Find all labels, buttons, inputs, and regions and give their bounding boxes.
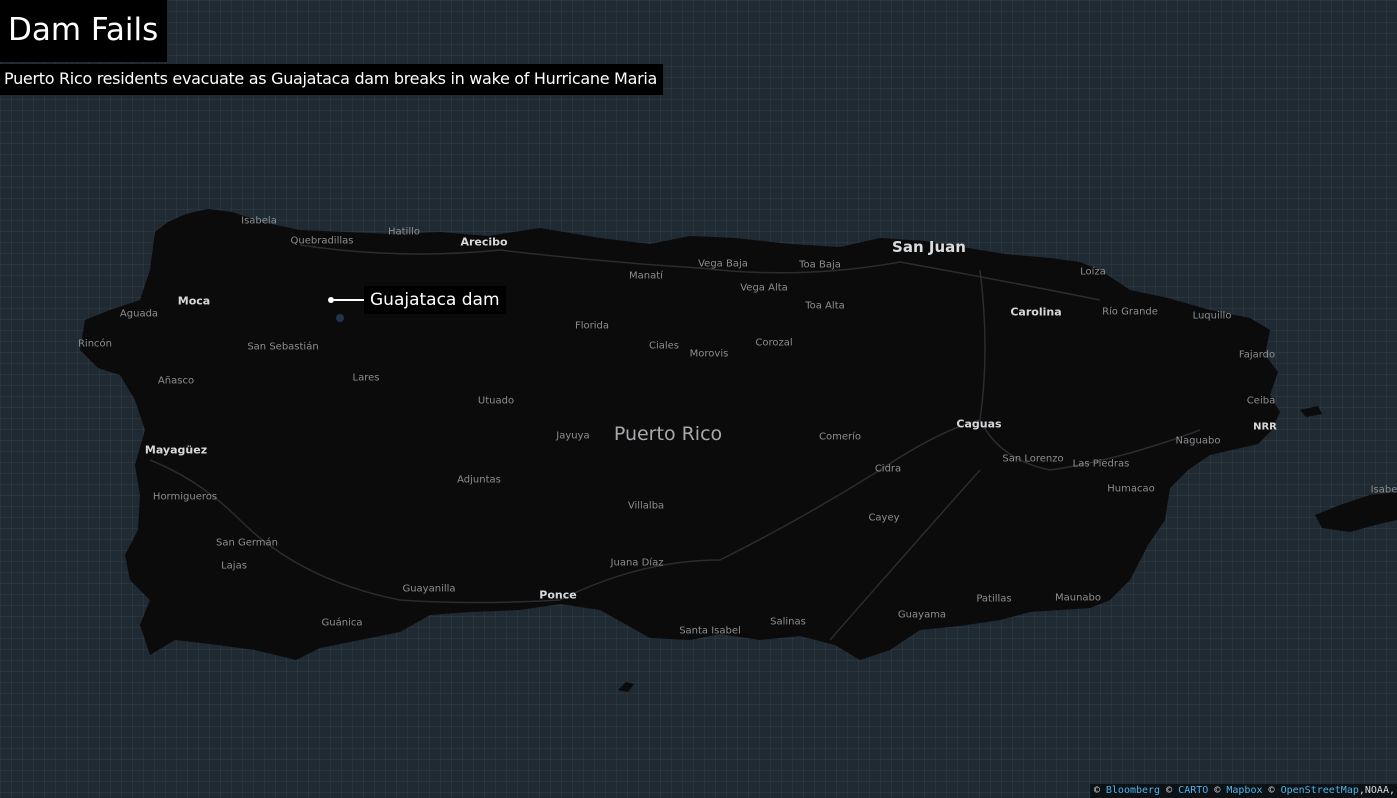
attribution-link-carto[interactable]: CARTO — [1178, 785, 1208, 796]
town-label: Loíza — [1080, 266, 1106, 278]
town-label: Caguas — [956, 417, 1002, 431]
town-label: Morovis — [689, 348, 729, 360]
town-label: NRR — [1253, 421, 1277, 433]
town-label: Guayanilla — [402, 583, 456, 595]
attribution-tail: ,NOAA, — [1358, 785, 1395, 796]
town-label: Toa Alta — [805, 300, 845, 312]
town-label: Isabe — [1370, 484, 1397, 496]
attribution-link-bloomberg[interactable]: Bloomberg — [1106, 785, 1160, 796]
attribution-link-mapbox[interactable]: Mapbox — [1226, 785, 1262, 796]
page-subtitle: Puerto Rico residents evacuate as Guajat… — [0, 64, 663, 95]
town-label: Cidra — [874, 463, 902, 475]
town-label: Utuado — [477, 395, 515, 407]
town-label: Hormigueros — [152, 491, 218, 503]
town-label: Mayagüez — [144, 443, 208, 457]
attribution-sep: © — [1093, 785, 1100, 796]
town-label: Manatí — [629, 270, 663, 282]
town-label: San Germán — [215, 537, 279, 549]
town-label: Naguabo — [1175, 435, 1221, 447]
guajataca-reservoir — [336, 314, 344, 322]
attribution-link-openstreetmap[interactable]: OpenStreetMap — [1281, 785, 1359, 796]
town-label: Río Grande — [1102, 306, 1158, 318]
town-label: Aguada — [119, 308, 159, 320]
attribution-sep: © — [1166, 785, 1173, 796]
town-label: Corozal — [755, 337, 793, 349]
town-label: Santa Isabel — [679, 625, 741, 637]
town-label: Florida — [574, 320, 610, 332]
attribution-sep: © — [1214, 785, 1221, 796]
town-label: Guayama — [897, 609, 947, 621]
callout-label: Guajataca dam — [364, 286, 506, 314]
town-label: Luquillo — [1192, 310, 1232, 322]
town-label: Villalba — [627, 500, 665, 512]
town-label: Moca — [177, 294, 211, 308]
town-label: Lares — [352, 372, 380, 384]
town-label: Carolina — [1010, 305, 1062, 319]
town-label: Adjuntas — [457, 474, 501, 486]
town-label: Isabela — [241, 215, 277, 227]
town-label: Ciales — [648, 340, 680, 352]
callout-leader-line — [334, 299, 364, 301]
town-label: Cayey — [868, 512, 900, 524]
town-label: San Sebastián — [247, 341, 319, 353]
city-label: San Juan — [892, 238, 966, 256]
town-label: Maunabo — [1054, 592, 1102, 604]
town-label: Las Piedras — [1072, 458, 1130, 470]
town-label: Vega Alta — [740, 282, 788, 294]
map-attribution: © Bloomberg © CARTO © Mapbox © OpenStree… — [1089, 784, 1397, 798]
town-label: Salinas — [770, 616, 806, 628]
town-label: San Lorenzo — [1002, 453, 1064, 465]
guajataca-dam-callout[interactable]: Guajataca dam — [328, 286, 506, 314]
town-label: Juana Díaz — [610, 557, 664, 569]
map-canvas[interactable] — [0, 0, 1397, 798]
town-label: Comerío — [818, 431, 862, 443]
town-label: Quebradillas — [290, 235, 354, 247]
town-label: Lajas — [221, 560, 247, 572]
caja-de-muertos-island — [618, 682, 634, 692]
town-label: Guánica — [321, 617, 363, 629]
town-label: Añasco — [157, 375, 195, 387]
town-label: Jayuya — [556, 430, 590, 442]
attribution-sep: © — [1268, 785, 1275, 796]
town-label: Humacao — [1107, 483, 1155, 495]
town-label: Arecibo — [460, 235, 508, 249]
town-label: Vega Baja — [698, 258, 748, 270]
culebra-island — [1300, 406, 1322, 417]
town-label: Patillas — [976, 593, 1012, 605]
town-label: Toa Baja — [799, 259, 841, 271]
region-label: Puerto Rico — [613, 423, 723, 445]
town-label: Ceiba — [1246, 395, 1276, 407]
town-label: Rincón — [77, 338, 113, 350]
town-label: Fajardo — [1238, 349, 1276, 361]
town-label: Ponce — [539, 588, 577, 602]
town-label: Hatillo — [387, 226, 421, 238]
page-title: Dam Fails — [0, 0, 168, 62]
vieques-island — [1315, 492, 1397, 532]
